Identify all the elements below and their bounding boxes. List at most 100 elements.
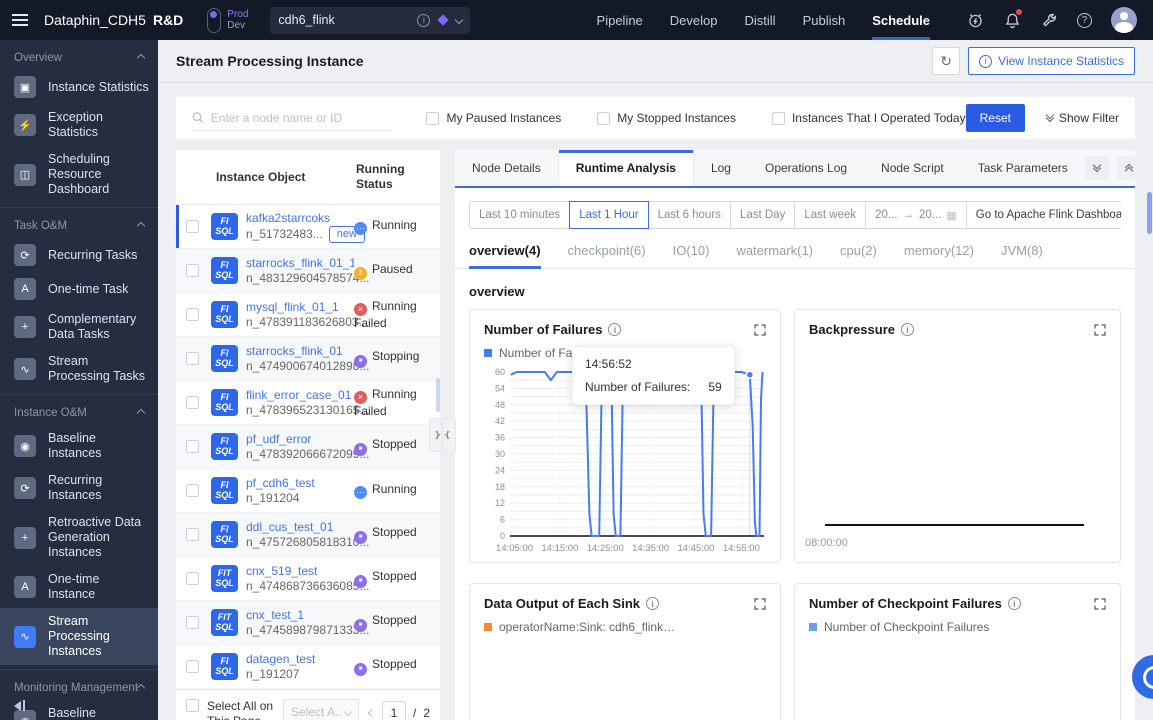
sidebar-item-recurring-instances[interactable]: ⟳ Recurring Instances <box>0 467 158 509</box>
menu-item-pipeline[interactable]: Pipeline <box>597 0 643 40</box>
sidebar-item-retroactive-data-generation-instances[interactable]: + Retroactive Data Generation Instances <box>0 509 158 566</box>
expand-panel-down-button[interactable] <box>1084 156 1109 180</box>
instance-name-link[interactable]: mysql_flink_01_1 <box>246 300 354 315</box>
info-icon[interactable]: i <box>646 597 660 610</box>
page-scrollbar-thumb[interactable] <box>1147 192 1152 234</box>
filter-checkbox-my-paused-instances[interactable]: My Paused Instances <box>426 111 561 125</box>
instance-name-link[interactable]: cnx_test_1 <box>246 608 354 623</box>
sidebar-item-stream-processing-tasks[interactable]: ∿ Stream Processing Tasks <box>0 348 158 390</box>
sidebar-item-exception-statistics[interactable]: ⚡ Exception Statistics <box>0 104 158 146</box>
metric-tab-memory-12[interactable]: memory(12) <box>904 243 974 268</box>
info-icon[interactable]: i <box>901 323 914 336</box>
instance-name-link[interactable]: datagen_test <box>246 652 354 667</box>
checkbox[interactable] <box>597 111 611 125</box>
row-checkbox[interactable] <box>186 440 199 453</box>
instance-name-link[interactable]: pf_udf_error <box>246 432 354 447</box>
sidebar-item-one-time-task[interactable]: A One-time Task <box>0 272 158 306</box>
filter-checkbox-instances-that-i-operated-today[interactable]: Instances That I Operated Today <box>771 111 966 125</box>
sidebar-collapse-button[interactable] <box>14 700 25 711</box>
table-row-mysql-flink-01-1[interactable]: Fl SQL mysql_flink_01_1 n_478391183626803..… <box>176 293 440 337</box>
sidebar-section-header-instance-o-m[interactable]: Instance O&M <box>0 400 158 425</box>
select-all-checkbox[interactable] <box>186 699 199 712</box>
sidebar-item-baseline-instances[interactable]: ◉ Baseline Instances <box>0 425 158 467</box>
view-instance-statistics-button[interactable]: i View Instance Statistics <box>968 47 1135 75</box>
row-checkbox[interactable] <box>186 308 199 321</box>
checkbox[interactable] <box>426 111 440 125</box>
menu-item-schedule[interactable]: Schedule <box>872 0 930 40</box>
table-row-pf-udf-error[interactable]: Fl SQL pf_udf_error n_478392066672099... ■ St… <box>176 425 440 469</box>
list-scrollbar-thumb[interactable] <box>436 378 440 412</box>
instance-name-link[interactable]: ddl_cus_test_01 <box>246 520 354 535</box>
tab-operations-log[interactable]: Operations Log <box>748 150 864 186</box>
project-info-icon[interactable]: i <box>417 13 431 27</box>
current-page[interactable]: 1 <box>381 701 406 720</box>
row-checkbox[interactable] <box>186 352 199 365</box>
tools-wrench-icon[interactable] <box>1040 11 1058 29</box>
metric-tab-io-10[interactable]: IO(10) <box>673 243 710 268</box>
sidebar-item-complementary-data-tasks[interactable]: + Complementary Data Tasks <box>0 306 158 348</box>
table-row-flink-error-case-01[interactable]: Fl SQL flink_error_case_01 n_47839652313016… <box>176 381 440 425</box>
table-row-pf-cdh6-test[interactable]: Fl SQL pf_cdh6_test n_191204 ⋯ Running <box>176 469 440 513</box>
collapse-panel-up-button[interactable] <box>1116 156 1135 180</box>
metric-tab-checkpoint-6[interactable]: checkpoint(6) <box>568 243 646 268</box>
menu-item-develop[interactable]: Develop <box>670 0 718 40</box>
prod-dev-toggle[interactable] <box>207 7 222 33</box>
instance-name-link[interactable]: flink_error_case_01 <box>246 388 354 403</box>
refresh-button[interactable]: ↻ <box>932 47 961 75</box>
row-checkbox[interactable] <box>186 396 199 409</box>
expand-icon[interactable] <box>1094 597 1106 610</box>
go-to-flink-dashboard-button[interactable]: Go to Apache Flink Dashboard <box>965 201 1121 229</box>
expand-icon[interactable] <box>754 597 766 610</box>
tab-runtime-analysis[interactable]: Runtime Analysis <box>557 150 694 186</box>
notification-bell-icon[interactable] <box>1003 9 1022 29</box>
info-icon[interactable]: i <box>1007 597 1021 610</box>
time-filter-last-day[interactable]: Last Day <box>729 201 796 229</box>
table-row-ddl-cus-test-01[interactable]: Fl SQL ddl_cus_test_01 n_475726805818310...… <box>176 513 440 557</box>
expand-panel-handle[interactable] <box>429 418 442 452</box>
instance-name-link[interactable]: cnx_519_test <box>246 564 354 579</box>
time-filter-last-1-hour[interactable]: Last 1 Hour <box>569 201 649 229</box>
metric-tab-jvm-8[interactable]: JVM(8) <box>1001 243 1043 268</box>
help-question-icon[interactable]: ? <box>1077 12 1092 28</box>
table-row-cnx-519-test[interactable]: FlT SQL cnx_519_test n_474868736636085... ■ S… <box>176 557 440 601</box>
tab-log[interactable]: Log <box>694 150 748 186</box>
search-input[interactable] <box>210 110 391 125</box>
instance-name-link[interactable]: kafka2starrcoks <box>246 211 354 226</box>
alarm-icon[interactable] <box>966 11 984 29</box>
hamburger-menu-icon[interactable] <box>0 0 40 40</box>
sidebar-section-header-overview[interactable]: Overview <box>0 45 158 70</box>
user-avatar[interactable] <box>1111 7 1137 33</box>
row-checkbox[interactable] <box>186 616 199 629</box>
row-checkbox[interactable] <box>186 660 199 673</box>
table-row-starrocks-flink-01[interactable]: Fl SQL starrocks_flink_01 n_474900674012898… <box>176 337 440 381</box>
date-range-picker[interactable]: 20... → 20... ▦ <box>865 201 967 229</box>
expand-icon[interactable] <box>1094 323 1106 336</box>
row-checkbox[interactable] <box>186 572 199 585</box>
time-filter-last-10-minutes[interactable]: Last 10 minutes <box>469 201 571 229</box>
table-row-kafka2starrcoks[interactable]: Fl SQL kafka2starrcoks n_51732483... new ⋯ Run… <box>176 205 440 249</box>
sidebar-item-one-time-instance[interactable]: A One-time Instance <box>0 566 158 608</box>
chevron-down-icon[interactable] <box>455 15 464 25</box>
sidebar-section-header-monitoring-management[interactable]: Monitoring Management <box>0 675 158 700</box>
sidebar-item-stream-processing-instances[interactable]: ∿ Stream Processing Instances <box>0 608 158 665</box>
metric-tab-watermark-1[interactable]: watermark(1) <box>736 243 813 268</box>
row-checkbox[interactable] <box>186 484 199 497</box>
batch-action-select[interactable]: Select A... <box>282 699 359 720</box>
table-row-datagen-test[interactable]: Fl SQL datagen_test n_191207 ■ Stopped <box>176 645 440 689</box>
instance-name-link[interactable]: starrocks_flink_01 <box>246 344 354 359</box>
sidebar-item-instance-statistics[interactable]: ▣ Instance Statistics <box>0 70 158 104</box>
show-filter-button[interactable]: Show Filter <box>1045 110 1119 125</box>
sidebar-item-scheduling-resource-dashboard[interactable]: ◫ Scheduling Resource Dashboard <box>0 146 158 203</box>
row-checkbox[interactable] <box>186 220 199 233</box>
table-row-starrocks-flink-01-1[interactable]: Fl SQL starrocks_flink_01_1 n_4831296045785… <box>176 249 440 293</box>
sidebar-item-recurring-tasks[interactable]: ⟳ Recurring Tasks <box>0 238 158 272</box>
project-selector[interactable]: cdh6_flink i <box>270 6 471 34</box>
menu-item-publish[interactable]: Publish <box>803 0 846 40</box>
reset-button[interactable]: Reset <box>965 104 1025 132</box>
tab-node-details[interactable]: Node Details <box>455 150 558 186</box>
table-row-cnx-test-1[interactable]: FlT SQL cnx_test_1 n_474589879871333... ■ Sto… <box>176 601 440 645</box>
filter-checkbox-my-stopped-instances[interactable]: My Stopped Instances <box>597 111 736 125</box>
info-icon[interactable]: i <box>608 323 622 336</box>
time-filter-last-week[interactable]: Last week <box>794 201 867 229</box>
sidebar-section-header-task-o-m[interactable]: Task O&M <box>0 213 158 238</box>
